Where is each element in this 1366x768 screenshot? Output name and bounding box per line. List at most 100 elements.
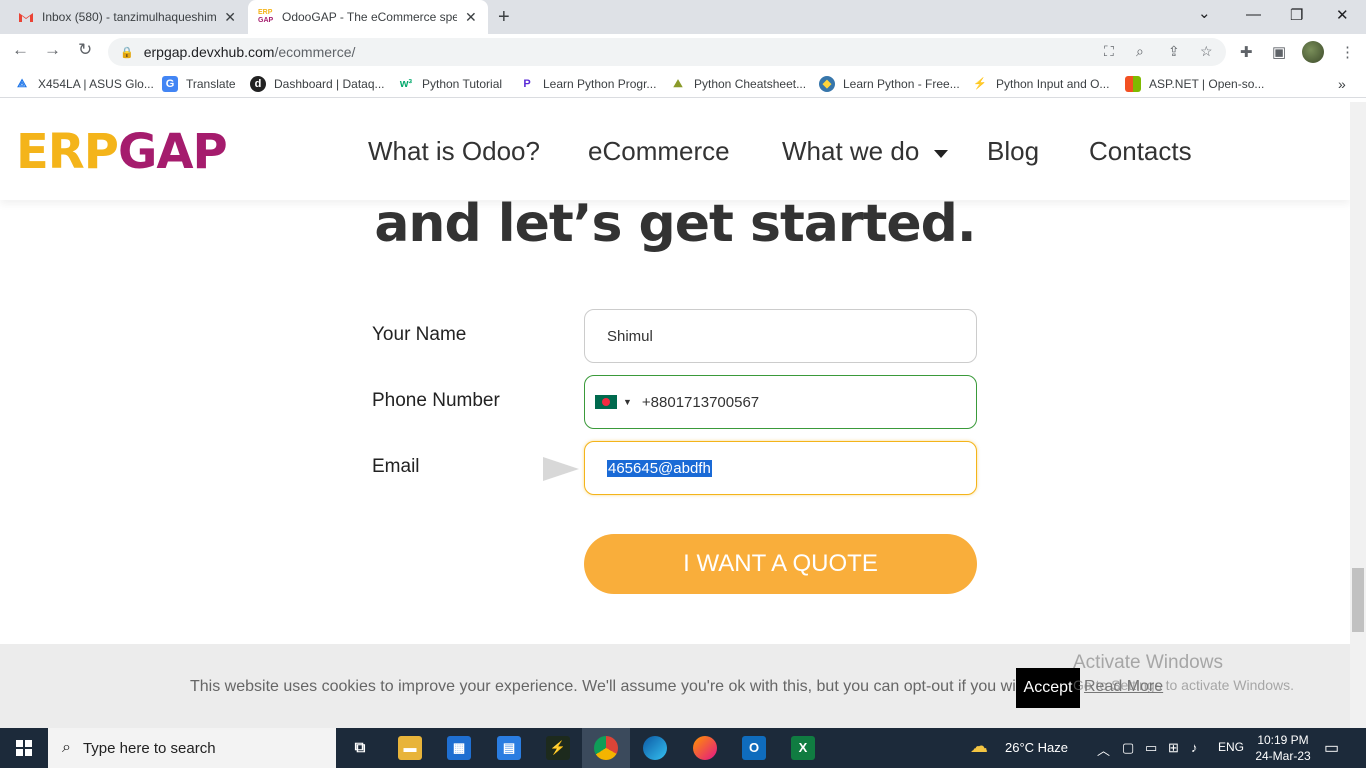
new-tab-icon[interactable]: + (498, 6, 510, 29)
page-scrollbar[interactable] (1350, 102, 1366, 728)
tab-gmail[interactable]: Inbox (580) - tanzimulhaqueshim ✕ (8, 0, 246, 34)
tab-search-chevron-icon[interactable]: ⌄ (1198, 4, 1211, 22)
bookmark-item[interactable]: G Translate (162, 76, 236, 92)
gmail-icon (19, 13, 33, 22)
phone-label: Phone Number (372, 390, 500, 411)
bookmark-item[interactable]: d Dashboard | Dataq... (250, 76, 385, 92)
battery-icon[interactable]: ▭ (1145, 740, 1157, 756)
javatpoint-icon: ⚡ (973, 78, 987, 90)
google-translate-icon: G (162, 76, 178, 92)
task-view-icon[interactable]: ⧉ (348, 736, 372, 760)
programiz-icon: P (523, 78, 531, 90)
clock-time: 10:19 PM (1257, 733, 1309, 747)
tray-overflow-icon[interactable]: ︿ (1097, 740, 1110, 759)
bookmark-item[interactable]: P Learn Python Progr... (519, 76, 656, 92)
translate-page-icon[interactable]: ⛶ (1104, 43, 1114, 60)
forward-arrow-icon[interactable]: → (44, 40, 61, 60)
restore-icon[interactable]: ❐ (1290, 6, 1303, 24)
weather-text[interactable]: 26°C Haze (1005, 740, 1068, 755)
bookmark-item[interactable]: ⛰ Python Cheatsheet... (670, 76, 806, 92)
cookie-text: This website uses cookies to improve you… (190, 678, 1038, 695)
address-bar[interactable]: 🔒 erpgap.devxhub.com/ecommerce/ (108, 38, 1226, 66)
chrome-menu-icon[interactable]: ⋮ (1340, 43, 1355, 61)
erpgap-favicon-icon: ERP GAP (258, 9, 274, 24)
email-input[interactable]: 465645@abdfh (584, 441, 977, 495)
tab-close-icon[interactable]: ✕ (224, 9, 236, 26)
meet-now-icon[interactable]: ▢ (1122, 740, 1134, 756)
notifications-icon[interactable]: ▭ (1324, 738, 1339, 758)
nav-blog[interactable]: Blog (987, 136, 1039, 167)
minimize-icon[interactable]: — (1246, 6, 1261, 23)
nav-what-we-do[interactable]: What we do (782, 136, 919, 167)
nav-ecommerce[interactable]: eCommerce (588, 136, 730, 167)
activate-windows-title: Activate Windows (1073, 652, 1223, 673)
profile-avatar[interactable] (1302, 41, 1324, 63)
browser-toolbar: ← → ↻ 🔒 erpgap.devxhub.com/ecommerce/ ⛶ … (0, 34, 1366, 70)
weather-haze-icon[interactable]: ☁ (970, 736, 988, 757)
hero-heading: and let’s get started. (374, 194, 976, 254)
clock-date: 24-Mar-23 (1255, 749, 1311, 763)
url-path: /ecommerce/ (274, 44, 356, 60)
bookmark-item[interactable]: ⚡ Python Input and O... (972, 76, 1109, 92)
country-dropdown-icon[interactable]: ▼ (623, 397, 632, 407)
firefox-icon[interactable] (693, 736, 717, 760)
bookmark-item[interactable]: ◆ Learn Python - Free... (819, 76, 960, 92)
browser-tab-strip: Inbox (580) - tanzimulhaqueshim ✕ ERP GAP… (0, 0, 1366, 34)
accept-cookies-button[interactable]: Accept (1016, 668, 1080, 708)
reload-icon[interactable]: ↻ (78, 40, 92, 60)
tab-title: Inbox (580) - tanzimulhaqueshim (42, 10, 217, 24)
pycharm-app-icon[interactable]: ⚡ (546, 736, 570, 760)
scrollbar-thumb[interactable] (1352, 568, 1364, 632)
back-arrow-icon[interactable]: ← (12, 40, 29, 60)
erpgap-logo[interactable]: ERPGAP (16, 124, 228, 180)
page-viewport: ERPGAP What is Odoo? eCommerce What we d… (0, 102, 1350, 728)
zoom-icon[interactable]: ⌕ (1136, 43, 1144, 60)
aspnet-microsoft-icon (1125, 76, 1141, 92)
taskbar-search-box[interactable]: ⌕ Type here to search (48, 728, 336, 768)
windows-taskbar: ⌕ Type here to search ⧉ ▬ ▦ ▤ ⚡ O X ☁ 26… (0, 728, 1366, 768)
microsoft-store-icon[interactable]: ▦ (447, 736, 471, 760)
bookmarks-overflow-icon[interactable]: » (1338, 76, 1346, 92)
nav-what-is-odoo[interactable]: What is Odoo? (368, 136, 540, 167)
edge-icon[interactable] (643, 736, 667, 760)
name-input[interactable]: Shimul (584, 309, 977, 363)
pointer-arrow-icon (543, 457, 579, 481)
phone-input[interactable]: ▼ +8801713700567 (584, 375, 977, 429)
windows-start-icon[interactable] (16, 740, 32, 756)
cheatsheet-icon: ⛰ (673, 78, 683, 90)
bookmark-item[interactable]: ASP.NET | Open-so... (1125, 76, 1264, 92)
calendar-app-icon[interactable]: ▤ (497, 736, 521, 760)
activate-windows-subtitle: Go to Settings to activate Windows. (1073, 677, 1294, 693)
lock-icon: 🔒 (120, 46, 134, 59)
tab-odoogap[interactable]: ERP GAP OdooGAP - The eCommerce spe ✕ (248, 0, 488, 34)
volume-icon[interactable]: ♪ (1191, 740, 1198, 755)
bookmark-star-icon[interactable]: ☆ (1200, 43, 1213, 60)
taskbar-clock[interactable]: 10:19 PM 24-Mar-23 (1252, 732, 1314, 764)
extensions-puzzle-icon[interactable]: ✚ (1240, 43, 1253, 61)
search-icon: ⌕ (62, 739, 71, 756)
window-close-icon[interactable]: ✕ (1336, 6, 1349, 24)
chevron-down-icon[interactable] (934, 150, 948, 158)
quote-button[interactable]: I WANT A QUOTE (584, 534, 977, 594)
tab-title: OdooGAP - The eCommerce spe (282, 10, 457, 24)
url-host: erpgap.devxhub.com (143, 44, 275, 60)
excel-icon[interactable]: X (791, 736, 815, 760)
email-label: Email (372, 456, 420, 477)
w3schools-icon: w³ (399, 78, 413, 90)
side-panel-icon[interactable]: ▣ (1272, 43, 1286, 61)
bookmark-item[interactable]: ⟁ X454LA | ASUS Glo... (14, 76, 154, 92)
name-label: Your Name (372, 324, 467, 345)
language-indicator[interactable]: ENG (1218, 740, 1244, 754)
chrome-icon[interactable] (594, 736, 618, 760)
bookmarks-bar: ⟁ X454LA | ASUS Glo... G Translate d Dashbo… (0, 70, 1366, 98)
outlook-icon[interactable]: O (742, 736, 766, 760)
asus-icon: ⟁ (17, 78, 27, 90)
tab-close-icon[interactable]: ✕ (465, 9, 477, 26)
network-icon[interactable]: ⊞ (1168, 740, 1179, 756)
bookmark-item[interactable]: w³ Python Tutorial (398, 76, 502, 92)
nav-contacts[interactable]: Contacts (1089, 136, 1192, 167)
bangladesh-flag-icon[interactable] (595, 395, 617, 409)
file-explorer-icon[interactable]: ▬ (398, 736, 422, 760)
dataquest-icon: d (250, 76, 266, 92)
share-icon[interactable]: ⇪ (1168, 43, 1180, 60)
